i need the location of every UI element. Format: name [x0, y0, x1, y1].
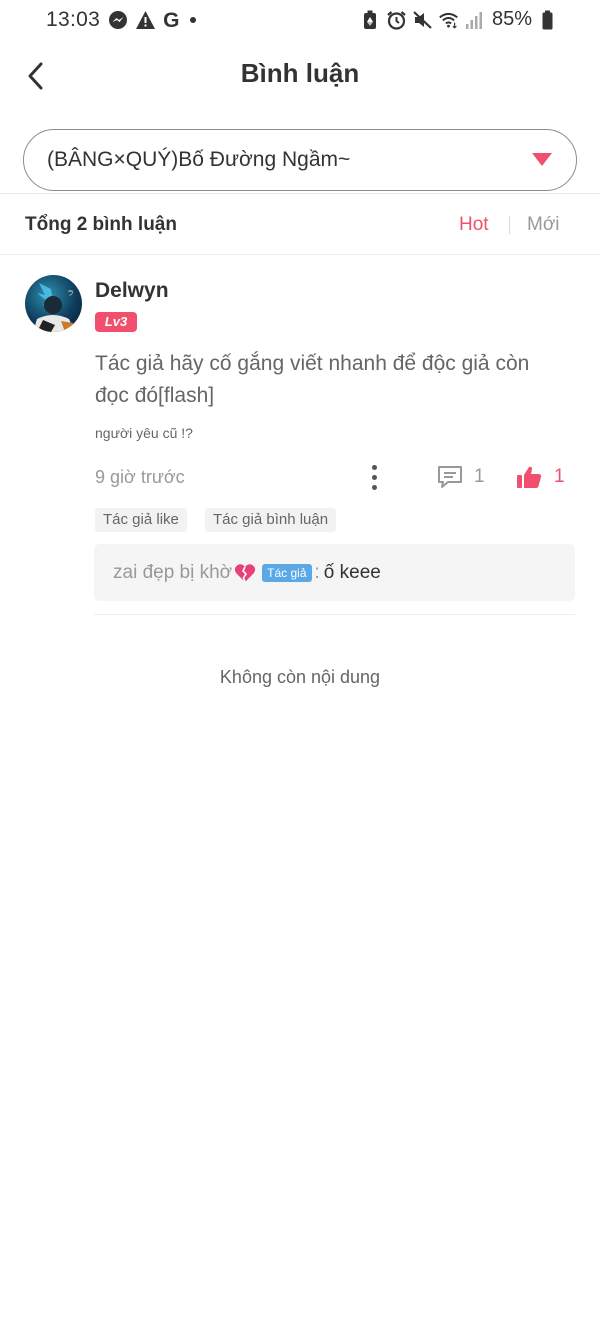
chapter-dropdown[interactable]: (BÂNG×QUÝ)Bố Đường Ngầm~: [23, 129, 577, 191]
comment-timestamp: 9 giờ trước: [95, 467, 185, 487]
mute-icon: [412, 9, 433, 30]
status-time: 13:03: [46, 8, 101, 31]
reply-author: zai đẹp bị khờ: [113, 562, 233, 583]
svg-text:ラ: ラ: [67, 289, 74, 297]
reply-line: zai đẹp bị khờ Tác giả : ố keee: [113, 562, 381, 584]
notification-dot-icon: [190, 17, 197, 23]
reply-count: 1: [474, 466, 485, 487]
reply-separator: :: [314, 562, 320, 583]
chapter-dropdown-value: (BÂNG×QUÝ)Bố Đường Ngầm~: [47, 148, 351, 171]
level-badge: Lv3: [95, 312, 137, 332]
author-badge: Tác giả: [262, 564, 312, 582]
author-like-tag: Tác giả like: [95, 508, 187, 532]
comment-bubble-icon: [438, 466, 462, 488]
comment-username[interactable]: Delwyn: [95, 279, 169, 303]
wifi-icon: [438, 9, 459, 30]
battery-percent: 85%: [491, 8, 532, 30]
comment-body: Tác giả hãy cố gắng viết nhanh để độc gi…: [95, 352, 530, 407]
status-right: 85%: [360, 8, 558, 31]
more-dot-icon: [371, 474, 377, 480]
comments-summary-bar: Tổng 2 bình luận Hot Mới: [0, 194, 600, 254]
alarm-icon: [386, 9, 407, 30]
reply-text: ố keee: [323, 562, 381, 583]
reply-preview[interactable]: zai đẹp bị khờ Tác giả : ố keee: [94, 544, 575, 601]
google-icon: G: [163, 8, 180, 32]
thumbs-up-icon: [517, 466, 542, 488]
battery-icon: [537, 9, 558, 30]
comment-signature: người yêu cũ !?: [95, 425, 193, 441]
signal-icon: [464, 9, 485, 30]
messenger-icon: [107, 10, 128, 31]
sort-hot-tab[interactable]: Hot: [459, 214, 489, 236]
like-button[interactable]: 1: [516, 462, 565, 492]
divider: [0, 254, 600, 255]
avatar-image: ラ: [33, 283, 75, 332]
alert-icon: [135, 10, 156, 31]
broken-heart-icon: [234, 563, 256, 583]
battery-saver-icon: [360, 9, 381, 30]
reply-button[interactable]: 1: [436, 462, 485, 492]
avatar[interactable]: ラ: [25, 275, 82, 332]
dropdown-arrow-icon: [532, 153, 552, 166]
comment-count: Tổng 2 bình luận: [25, 214, 177, 235]
app-header: Bình luận: [0, 44, 600, 108]
more-dot-icon: [371, 464, 377, 470]
sort-new-tab[interactable]: Mới: [527, 214, 560, 236]
sort-divider: [509, 216, 510, 234]
like-count: 1: [554, 466, 565, 487]
more-options-button[interactable]: [364, 462, 384, 492]
more-dot-icon: [371, 484, 377, 490]
author-comment-tag: Tác giả bình luận: [205, 508, 337, 532]
status-bar: 13:03 G 85%: [0, 0, 600, 44]
end-of-list-text: Không còn nội dung: [219, 667, 381, 687]
divider: [94, 614, 575, 615]
status-left: 13:03 G: [46, 8, 197, 32]
page-title: Bình luận: [240, 58, 360, 88]
